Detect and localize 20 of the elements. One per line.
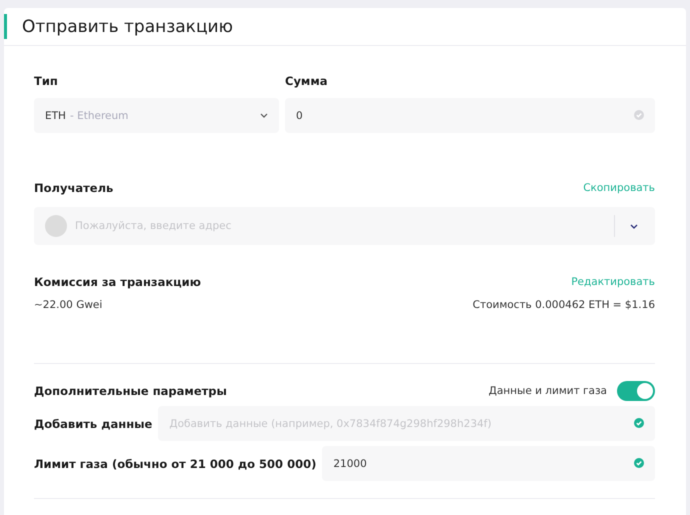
amount-field[interactable]: 0	[285, 98, 655, 133]
toggle-switch[interactable]	[617, 381, 655, 401]
type-select[interactable]: ETH - Ethereum	[34, 98, 279, 133]
fee-cost: Стоимость 0.000462 ETH = $1.16	[472, 299, 655, 311]
currency-name: - Ethereum	[70, 110, 128, 122]
field-label: Добавить данные	[34, 416, 152, 430]
caret-icon	[260, 113, 268, 118]
caret-icon	[630, 224, 638, 229]
field-label: Сумма	[285, 74, 328, 88]
input-field[interactable]: 21000	[322, 446, 655, 481]
section-title: Комиссия за транзакцию	[34, 275, 201, 289]
currency-code: ETH	[45, 110, 66, 122]
field-label: Получатель	[34, 181, 114, 195]
accent-bar	[4, 14, 7, 39]
gas-price: ~22.00 Gwei	[34, 299, 102, 311]
page-title: Отправить транзакцию	[22, 16, 233, 36]
field-label: Тип	[34, 74, 59, 88]
section-title: Дополнительные параметры	[34, 384, 227, 398]
toggle-label: Данные и лимит газа	[488, 385, 607, 397]
field-label: Лимит газа (обычно от 21 000 до 500 000)	[34, 456, 316, 470]
